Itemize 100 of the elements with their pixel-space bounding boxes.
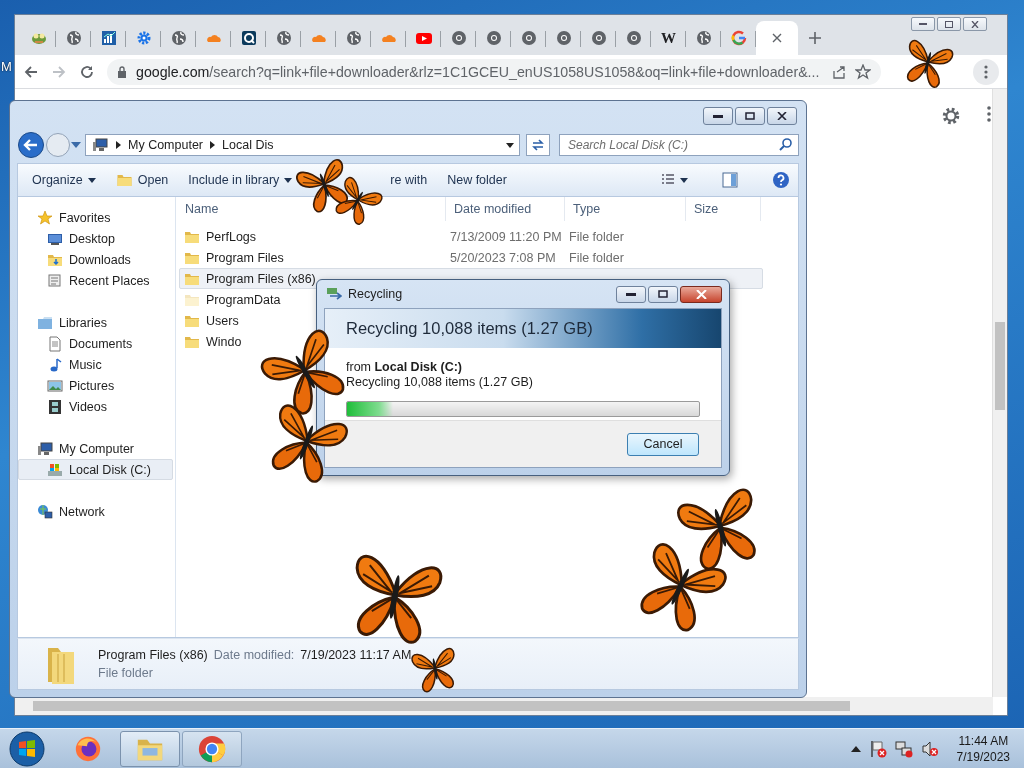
file-row[interactable]: ProgramData [179, 289, 282, 310]
help-icon[interactable] [772, 171, 790, 189]
network-icon [37, 503, 53, 520]
close-button[interactable] [767, 107, 797, 125]
minimize-button[interactable] [911, 17, 935, 31]
chevron-icon [116, 141, 121, 149]
nav-item[interactable]: Recent Places [18, 270, 173, 291]
show-hidden-icons-icon[interactable] [850, 745, 861, 752]
preview-pane-icon[interactable] [722, 172, 738, 188]
volume-icon[interactable] [920, 739, 939, 758]
share-icon[interactable] [832, 64, 846, 79]
column-header[interactable]: Size [694, 202, 719, 216]
taskbar-button[interactable] [120, 730, 180, 767]
column-header[interactable]: Type [573, 202, 601, 216]
recycle-icon [326, 287, 342, 301]
dropdown-arrow-icon [284, 177, 293, 183]
restore-icon [658, 290, 668, 298]
back-icon[interactable] [23, 63, 39, 80]
ring-icon [520, 30, 537, 46]
drive-icon [47, 461, 63, 478]
toolbar-button[interactable]: Organize [26, 170, 102, 190]
back-button[interactable] [17, 131, 45, 159]
globe-icon [65, 30, 82, 46]
nav-item[interactable]: Documents [18, 333, 173, 354]
history-dropdown-icon[interactable] [71, 142, 81, 148]
details-type: File folder [98, 666, 154, 680]
star-icon[interactable] [855, 63, 871, 80]
toolbar-button[interactable]: Open [109, 169, 175, 191]
network-icon[interactable] [894, 739, 913, 758]
file-row[interactable]: Program Files 5/20/2023 7:08 PM File folder [179, 247, 685, 268]
computer-icon [37, 440, 53, 457]
file-name: Users [206, 313, 239, 328]
column-header[interactable]: Name [185, 202, 219, 216]
restore-button[interactable] [648, 285, 678, 303]
close-icon[interactable] [772, 33, 782, 43]
library-icon [37, 314, 53, 331]
new-tab-icon[interactable] [808, 31, 822, 45]
nav-item[interactable]: Music [18, 354, 173, 375]
ring-icon [625, 30, 642, 46]
clock[interactable]: 11:44 AM 7/19/2023 [956, 732, 1010, 765]
browser-tab[interactable]: W [651, 21, 686, 55]
reload-icon[interactable] [79, 63, 95, 80]
search-field[interactable]: Search Local Disk (C:) [559, 134, 799, 156]
minimize-button[interactable] [703, 107, 733, 125]
breadcrumb-item[interactable]: My Computer [128, 138, 204, 152]
nav-item[interactable]: Favorites [18, 207, 173, 228]
nav-item[interactable]: Videos [18, 396, 173, 417]
vertical-scrollbar[interactable] [992, 89, 1007, 697]
toolbar-button[interactable]: re with [384, 170, 434, 190]
file-row[interactable]: PerfLogs 7/13/2009 11:20 PM File folder [179, 226, 685, 247]
ring-icon [590, 30, 607, 46]
dropdown-arrow-icon[interactable] [506, 142, 515, 148]
close-icon [695, 289, 707, 299]
nav-item[interactable]: Local Disk (C:) [18, 459, 173, 480]
flag-icon[interactable] [868, 739, 887, 758]
document-icon [47, 335, 63, 352]
breadcrumb-item[interactable]: Local Dis [222, 138, 274, 152]
ring-icon [450, 30, 467, 46]
settings-icon[interactable] [941, 106, 961, 126]
minimize-icon [626, 292, 636, 296]
address-bar[interactable]: google.com/search?q=link+file+downloader&rlz=1C1GCEU_enUS1058US1058&oq=link+file+downloader&... [107, 58, 881, 85]
address-bar[interactable]: My Computer Local Dis [85, 134, 521, 156]
globe-icon [695, 30, 712, 46]
dropdown-arrow-icon [87, 177, 96, 183]
refresh-button[interactable] [526, 134, 550, 156]
cancel-button[interactable]: Cancel [627, 432, 699, 456]
toolbar-button[interactable]: Include in library [182, 170, 299, 190]
date-cell-text: 5/20/2023 7:08 PM [449, 250, 557, 265]
nav-item[interactable]: Pictures [18, 375, 173, 396]
browser-logo-icon [197, 733, 227, 764]
minimize-button[interactable] [616, 285, 646, 303]
file-name: PerfLogs [206, 229, 257, 244]
close-button[interactable] [680, 285, 722, 303]
chart-icon [100, 30, 117, 46]
restore-button[interactable] [735, 107, 765, 125]
picture-icon [47, 377, 63, 394]
toolbar-button[interactable]: New folder [441, 170, 513, 190]
close-icon [777, 112, 787, 120]
start-button[interactable] [8, 729, 46, 768]
details-value: 7/19/2023 11:17 AM [300, 648, 412, 662]
search-icon [779, 138, 792, 151]
file-row[interactable]: Windo [179, 331, 243, 352]
restore-icon [945, 20, 953, 28]
nav-item[interactable]: Desktop [18, 228, 173, 249]
file-name: Program Files (x86) [206, 271, 316, 286]
source-line: from Local Disk (C:) [346, 360, 463, 375]
restore-button[interactable] [937, 17, 961, 31]
nav-item[interactable]: Libraries [18, 312, 173, 333]
nav-item[interactable]: My Computer [18, 438, 173, 459]
logo-icon [730, 30, 747, 46]
status-line: Recycling 10,088 items (1.27 GB) [346, 375, 534, 390]
column-header[interactable]: Date modified [454, 202, 532, 216]
horizontal-scrollbar[interactable] [15, 697, 993, 715]
nav-item[interactable]: Downloads [18, 249, 173, 270]
nav-item[interactable]: Network [18, 501, 173, 522]
camera-icon [240, 30, 257, 46]
file-row[interactable]: Users [179, 310, 240, 331]
close-button[interactable] [963, 17, 987, 31]
taskbar-button[interactable] [182, 730, 242, 767]
kebab-menu-icon[interactable] [987, 106, 991, 122]
